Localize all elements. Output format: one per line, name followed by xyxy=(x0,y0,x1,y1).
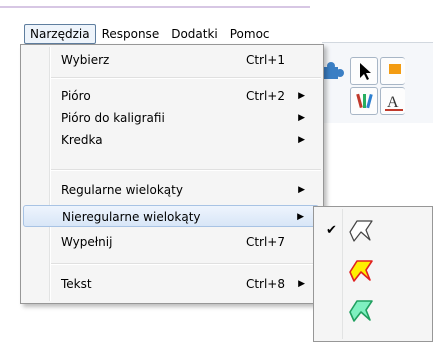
menu-item-label: Kredka xyxy=(61,133,103,147)
menu-item-shortcut: Ctrl+7 xyxy=(245,235,285,249)
menu-bar: Narzędzia Response Dodatki Pomoc xyxy=(20,24,276,44)
yellow-polygon-icon xyxy=(349,260,373,282)
submenu-arrow-icon: ▶ xyxy=(298,113,305,123)
menubar-response[interactable]: Response xyxy=(96,24,166,44)
menu-item-shortcut: Ctrl+1 xyxy=(245,53,285,67)
menu-item-label: Wypełnij xyxy=(61,235,113,249)
menu-item-label: Pióro xyxy=(61,89,91,103)
window-top-border xyxy=(0,6,310,8)
narzedzia-dropdown-menu: Wybierz Ctrl+1 Pióro Ctrl+2 ▶ Pióro do k… xyxy=(20,44,324,304)
menubar-narzedzia[interactable]: Narzędzia xyxy=(24,24,96,44)
menubar-dodatki[interactable]: Dodatki xyxy=(165,24,224,44)
submenu-item-yellow-polygon[interactable] xyxy=(316,253,428,289)
submenu-arrow-icon: ▶ xyxy=(298,91,305,101)
menu-separator xyxy=(51,263,321,265)
menu-item-shortcut: Ctrl+8 xyxy=(245,277,285,291)
green-polygon-icon xyxy=(349,300,373,322)
menu-item-label: Regularne wielokąty xyxy=(61,183,183,197)
pens-icon xyxy=(356,93,373,109)
menu-item-kredka[interactable]: Kredka ▶ xyxy=(23,129,319,151)
submenu-item-white-polygon[interactable]: ✔ xyxy=(316,213,428,249)
nieregularne-wielokaty-submenu: ✔ xyxy=(313,206,433,342)
submenu-arrow-icon: ▶ xyxy=(298,185,305,195)
menu-item-shortcut: Ctrl+2 xyxy=(245,89,285,103)
check-icon: ✔ xyxy=(326,223,337,238)
menu-item-pioro-kaligrafii[interactable]: Pióro do kaligrafii ▶ xyxy=(23,107,319,129)
shapes-icon xyxy=(389,64,401,74)
text-tool-button[interactable]: A xyxy=(380,87,405,115)
menu-separator xyxy=(51,169,321,171)
select-tool-button[interactable] xyxy=(350,57,378,85)
menu-item-wybierz[interactable]: Wybierz Ctrl+1 xyxy=(23,49,319,71)
submenu-arrow-icon: ▶ xyxy=(298,279,305,289)
menu-separator xyxy=(51,77,321,79)
menu-item-label: Nieregularne wielokąty xyxy=(62,210,201,224)
menu-item-label: Tekst xyxy=(61,277,92,291)
menu-item-label: Pióro do kaligrafii xyxy=(61,111,165,125)
svg-text:A: A xyxy=(387,94,399,111)
menu-item-label: Wybierz xyxy=(61,53,110,67)
toolbar-background: A xyxy=(322,42,433,123)
menu-item-pioro[interactable]: Pióro Ctrl+2 ▶ xyxy=(23,85,319,107)
text-a-icon: A xyxy=(385,94,403,111)
submenu-item-green-polygon[interactable] xyxy=(316,293,428,329)
shapes-tool-button[interactable] xyxy=(380,57,405,85)
submenu-arrow-icon: ▶ xyxy=(297,212,304,222)
menu-item-wypelnij[interactable]: Wypełnij Ctrl+7 xyxy=(23,231,319,253)
menubar-pomoc[interactable]: Pomoc xyxy=(224,24,276,44)
arrow-pointer-icon xyxy=(360,63,371,80)
menu-item-regularne-wielokaty[interactable]: Regularne wielokąty ▶ xyxy=(23,179,319,201)
pen-tool-button[interactable] xyxy=(350,87,378,115)
menu-item-tekst[interactable]: Tekst Ctrl+8 ▶ xyxy=(23,273,319,295)
puzzle-icon[interactable] xyxy=(322,59,348,85)
menu-item-nieregularne-wielokaty[interactable]: Nieregularne wielokąty ▶ xyxy=(23,205,319,227)
submenu-arrow-icon: ▶ xyxy=(298,135,305,145)
white-polygon-icon xyxy=(349,220,373,242)
